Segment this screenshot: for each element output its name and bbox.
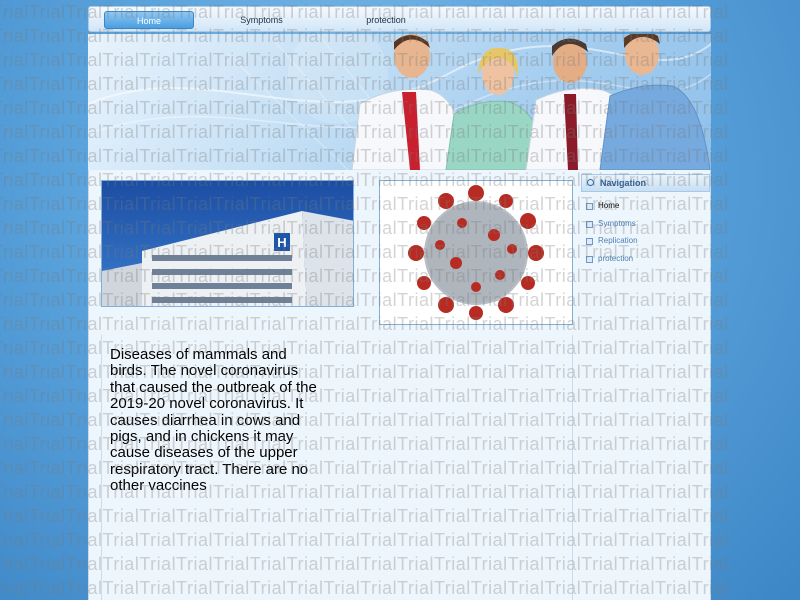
sidebar-nav-list: Home Symptoms Replication protection (585, 200, 705, 270)
sidebar-item-symptoms[interactable]: Symptoms (585, 218, 705, 236)
sidebar-item-home[interactable]: Home (585, 200, 705, 218)
hospital-sign-letter: H (277, 235, 286, 250)
sidebar-header: Navigation (581, 174, 710, 192)
bullet-icon (586, 238, 593, 245)
content-panel: H Diseases of mammals and birds. The nov… (88, 170, 711, 600)
tab-home[interactable]: Home (104, 11, 194, 29)
bullet-icon (586, 220, 593, 228)
tab-symptoms[interactable]: Symptoms (219, 12, 304, 28)
sidebar-item-protection[interactable]: protection (585, 253, 705, 271)
sidebar-item-replication[interactable]: Replication (585, 235, 705, 253)
bullet-icon (586, 255, 593, 263)
sidebar-item-label: Replication (598, 236, 638, 245)
sidebar-item-label: Symptoms (598, 218, 636, 228)
sidebar-item-label: protection (598, 253, 634, 263)
coronavirus-image (379, 180, 573, 325)
top-nav-bar: Home Symptoms protection (88, 6, 711, 32)
sidebar: Navigation Home Symptoms Replication pro… (581, 170, 711, 600)
hospital-building-image: H (101, 180, 354, 307)
main-paragraph: Diseases of mammals and birds. The novel… (110, 346, 317, 495)
sidebar-item-label: Home (598, 201, 620, 210)
doctors-photo (351, 34, 711, 170)
tab-protection[interactable]: protection (341, 12, 431, 28)
bullet-icon (586, 203, 593, 210)
circle-bullet-icon (587, 179, 594, 186)
header-banner (88, 34, 711, 170)
sidebar-title: Navigation (600, 178, 647, 188)
